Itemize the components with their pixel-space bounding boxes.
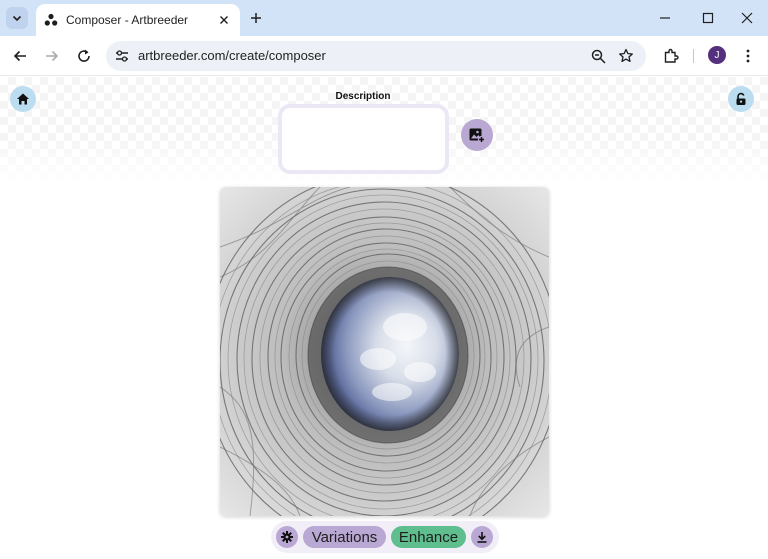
- zoom-button[interactable]: [590, 48, 606, 64]
- minimize-icon: [660, 17, 670, 19]
- active-tab[interactable]: Composer - Artbreeder: [36, 4, 240, 36]
- add-image-icon: [469, 128, 486, 144]
- browser-tabstrip: Composer - Artbreeder: [0, 0, 768, 36]
- gear-icon: [281, 531, 293, 543]
- bookmark-button[interactable]: [618, 48, 634, 64]
- artbreeder-logo-icon: [44, 13, 58, 26]
- add-image-button[interactable]: [461, 119, 493, 151]
- plus-icon: [251, 13, 261, 23]
- more-vertical-icon: [746, 49, 750, 63]
- reload-button[interactable]: [72, 44, 96, 68]
- variations-button[interactable]: Variations: [303, 526, 386, 548]
- close-icon: [220, 16, 228, 24]
- url-text: artbreeder.com/create/composer: [138, 48, 326, 63]
- close-icon: [741, 12, 753, 24]
- description-input[interactable]: [278, 104, 449, 174]
- composer-page: Description Variations Enhance: [0, 77, 768, 559]
- arrow-left-icon: [13, 50, 26, 62]
- lock-button[interactable]: [728, 86, 754, 112]
- chevron-down-icon: [12, 15, 22, 22]
- forward-button[interactable]: [40, 44, 64, 68]
- tune-icon: [116, 50, 128, 62]
- tab-title: Composer - Artbreeder: [66, 13, 189, 27]
- unlock-icon: [736, 92, 746, 105]
- back-button[interactable]: [8, 44, 32, 68]
- minimize-button[interactable]: [653, 6, 677, 30]
- zoom-out-icon: [591, 49, 606, 64]
- tab-search-button[interactable]: [6, 7, 28, 29]
- toolbar-divider: [693, 49, 694, 63]
- download-icon: [477, 532, 487, 543]
- download-button[interactable]: [471, 526, 493, 548]
- artwork-canvas: [220, 187, 549, 516]
- browser-toolbar: artbreeder.com/create/composer J: [0, 36, 768, 76]
- puzzle-icon: [664, 48, 679, 63]
- description-label: Description: [335, 91, 391, 102]
- settings-button[interactable]: [276, 526, 298, 548]
- profile-avatar[interactable]: J: [708, 46, 726, 64]
- reload-icon: [78, 49, 90, 62]
- tab-close-button[interactable]: [216, 12, 232, 28]
- address-bar[interactable]: artbreeder.com/create/composer: [106, 41, 646, 71]
- star-icon: [619, 48, 633, 63]
- browser-menu-button[interactable]: [736, 44, 760, 68]
- window-close-button[interactable]: [735, 6, 759, 30]
- generated-image[interactable]: [220, 187, 549, 516]
- new-tab-button[interactable]: [246, 8, 266, 28]
- site-info-button[interactable]: [114, 48, 130, 64]
- image-controls: Variations Enhance: [271, 521, 499, 553]
- maximize-icon: [702, 12, 714, 24]
- maximize-button[interactable]: [696, 6, 720, 30]
- enhance-button[interactable]: Enhance: [391, 526, 466, 548]
- arrow-right-icon: [46, 50, 59, 62]
- extensions-button[interactable]: [659, 44, 683, 68]
